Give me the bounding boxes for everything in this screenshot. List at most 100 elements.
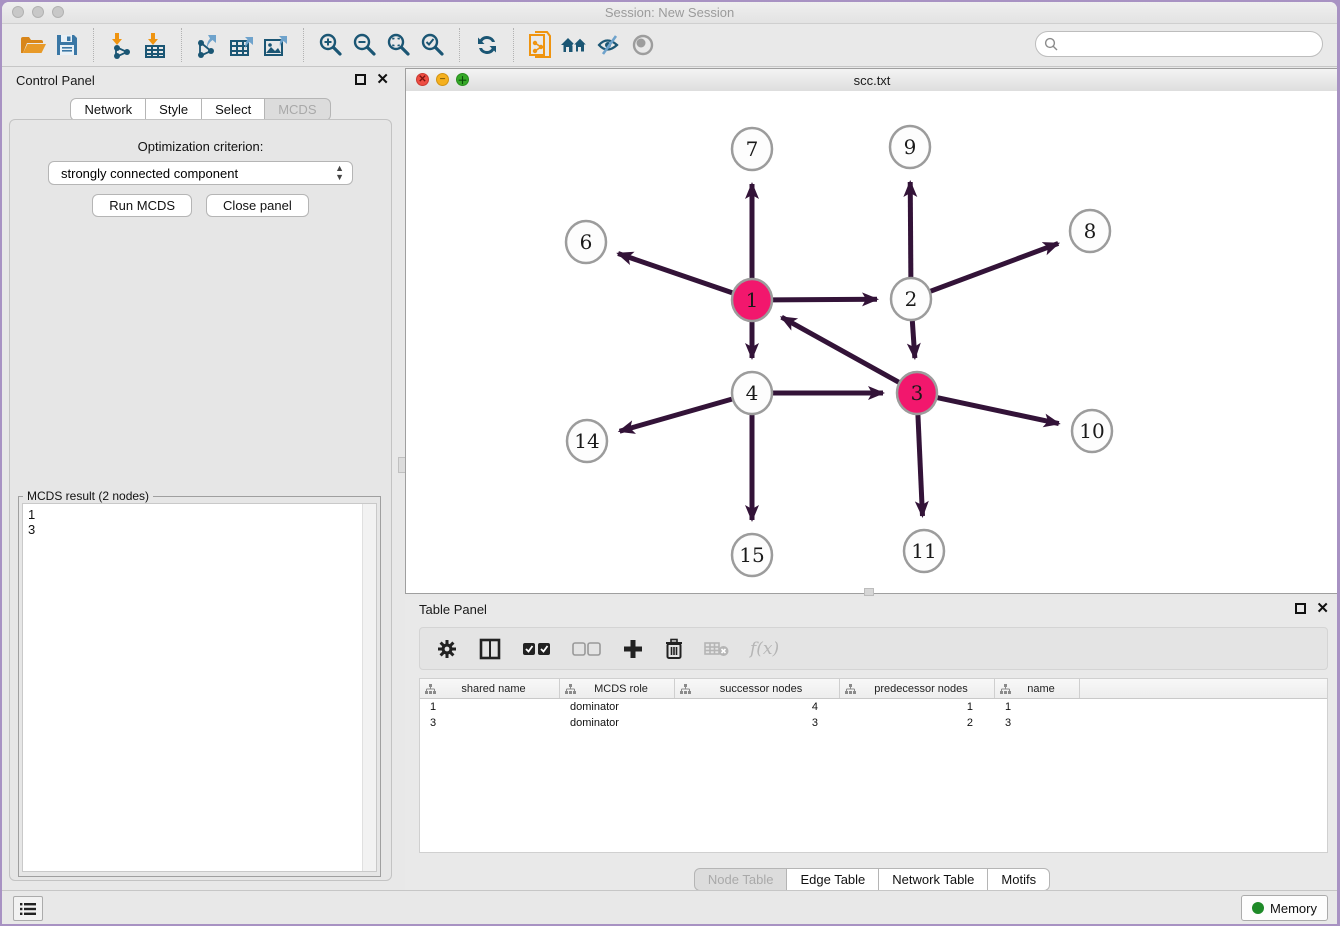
edge-3-11[interactable] [918,415,923,516]
cell-name[interactable]: 1 [995,701,1080,713]
cell-successor-nodes[interactable]: 4 [675,701,840,713]
select-all-icon[interactable] [522,636,552,662]
float-panel-icon[interactable] [355,74,366,85]
hide-selected-icon[interactable] [592,29,626,61]
cell-predecessor-nodes[interactable]: 2 [840,717,995,729]
delete-column-icon[interactable] [664,636,684,662]
search-input[interactable] [1064,36,1322,53]
close-table-panel-icon[interactable]: ✕ [1316,603,1329,614]
edge-4-14[interactable] [620,399,732,431]
edge-1-6[interactable] [618,254,732,293]
close-panel-icon[interactable]: ✕ [376,74,389,85]
graph-node-1[interactable]: 1 [732,279,772,321]
column-header-MCDS-role[interactable]: MCDS role [560,679,675,698]
graph-node-6[interactable]: 6 [566,221,606,263]
mcds-result-title: MCDS result (2 nodes) [23,489,153,503]
edge-1-2[interactable] [773,299,877,300]
optimization-criterion-select[interactable]: strongly connected component ▲▼ [48,161,353,185]
apply-layout-icon[interactable] [470,29,504,61]
network-graph[interactable]: 7 9 6 8 1 2 4 3 14 10 15 11 [406,91,1337,593]
optimization-criterion-label: Optimization criterion: [10,139,391,154]
graph-node-8[interactable]: 8 [1070,210,1110,252]
save-session-icon[interactable] [50,29,84,61]
cell-name[interactable]: 3 [995,717,1080,729]
network-window-titlebar[interactable]: ✕ − ＋ scc.txt [406,69,1337,92]
svg-text:9: 9 [904,135,917,159]
memory-button[interactable]: Memory [1241,895,1328,921]
network-canvas[interactable]: 7 9 6 8 1 2 4 3 14 10 15 11 [406,91,1337,593]
mcds-result-text[interactable]: 1 3 [22,503,377,872]
graph-node-3[interactable]: 3 [897,372,937,414]
task-history-button[interactable] [13,896,43,921]
graph-node-4[interactable]: 4 [732,372,772,414]
edge-2-3[interactable] [912,321,914,358]
edge-3-1[interactable] [782,317,899,382]
table-row[interactable]: 1dominator411 [420,699,1327,715]
first-neighbors-icon[interactable] [558,29,592,61]
column-header-name[interactable]: name [995,679,1080,698]
zoom-out-icon[interactable] [348,29,382,61]
graph-node-9[interactable]: 9 [890,126,930,168]
cell-shared-name[interactable]: 1 [420,701,560,713]
graph-node-2[interactable]: 2 [891,278,931,320]
result-scrollbar[interactable] [362,504,376,871]
clone-network-icon[interactable] [524,29,558,61]
export-table-icon[interactable] [226,29,260,61]
edge-2-9[interactable] [910,182,911,277]
tab-network[interactable]: Network [70,98,146,121]
import-table-icon[interactable] [138,29,172,61]
cell-successor-nodes[interactable]: 3 [675,717,840,729]
function-builder-icon[interactable]: f(x) [750,636,779,662]
run-mcds-button[interactable]: Run MCDS [92,194,192,217]
control-panel: Control Panel ✕ NetworkStyleSelectMCDS O… [2,68,399,894]
graph-node-10[interactable]: 10 [1072,410,1112,452]
svg-text:3: 3 [911,381,924,405]
column-header-predecessor-nodes[interactable]: predecessor nodes [840,679,995,698]
tab-node-table[interactable]: Node Table [694,868,788,891]
column-header-shared-name[interactable]: shared name [420,679,560,698]
show-all-icon[interactable] [626,29,660,61]
graph-node-7[interactable]: 7 [732,128,772,170]
memory-status-icon [1252,902,1264,914]
search-box[interactable] [1035,31,1323,57]
tab-mcds[interactable]: MCDS [265,98,330,121]
zoom-in-icon[interactable] [314,29,348,61]
svg-text:2: 2 [905,287,918,311]
graph-node-15[interactable]: 15 [732,534,772,576]
table-settings-icon[interactable] [436,636,458,662]
export-image-icon[interactable] [260,29,294,61]
network-title: scc.txt [406,73,1337,88]
import-network-icon[interactable] [104,29,138,61]
graph-node-11[interactable]: 11 [904,530,944,572]
float-table-panel-icon[interactable] [1295,603,1306,614]
application-window: Session: New Session [2,2,1337,924]
cell-MCDS-role[interactable]: dominator [560,701,675,713]
tab-network-table[interactable]: Network Table [879,868,988,891]
tab-motifs[interactable]: Motifs [988,868,1050,891]
memory-label: Memory [1270,901,1317,916]
export-network-icon[interactable] [192,29,226,61]
zoom-fit-icon[interactable] [382,29,416,61]
delete-table-icon[interactable] [704,636,730,662]
node-table[interactable]: shared nameMCDS rolesuccessor nodesprede… [419,678,1328,853]
table-panel-tabs: Node TableEdge TableNetwork TableMotifs [405,868,1337,891]
edge-2-8[interactable] [931,243,1059,291]
svg-text:8: 8 [1084,219,1097,243]
column-header-successor-nodes[interactable]: successor nodes [675,679,840,698]
graph-node-14[interactable]: 14 [567,420,607,462]
table-row[interactable]: 3dominator323 [420,715,1327,731]
cell-predecessor-nodes[interactable]: 1 [840,701,995,713]
cell-shared-name[interactable]: 3 [420,717,560,729]
zoom-selected-icon[interactable] [416,29,450,61]
split-view-icon[interactable] [478,636,502,662]
cell-MCDS-role[interactable]: dominator [560,717,675,729]
add-column-icon[interactable] [622,636,644,662]
tab-style[interactable]: Style [146,98,202,121]
close-panel-button[interactable]: Close panel [206,194,309,217]
deselect-all-icon[interactable] [572,636,602,662]
horizontal-divider-handle[interactable] [864,588,874,596]
tab-edge-table[interactable]: Edge Table [787,868,879,891]
open-file-icon[interactable] [16,29,50,61]
tab-select[interactable]: Select [202,98,265,121]
edge-3-10[interactable] [938,398,1059,424]
